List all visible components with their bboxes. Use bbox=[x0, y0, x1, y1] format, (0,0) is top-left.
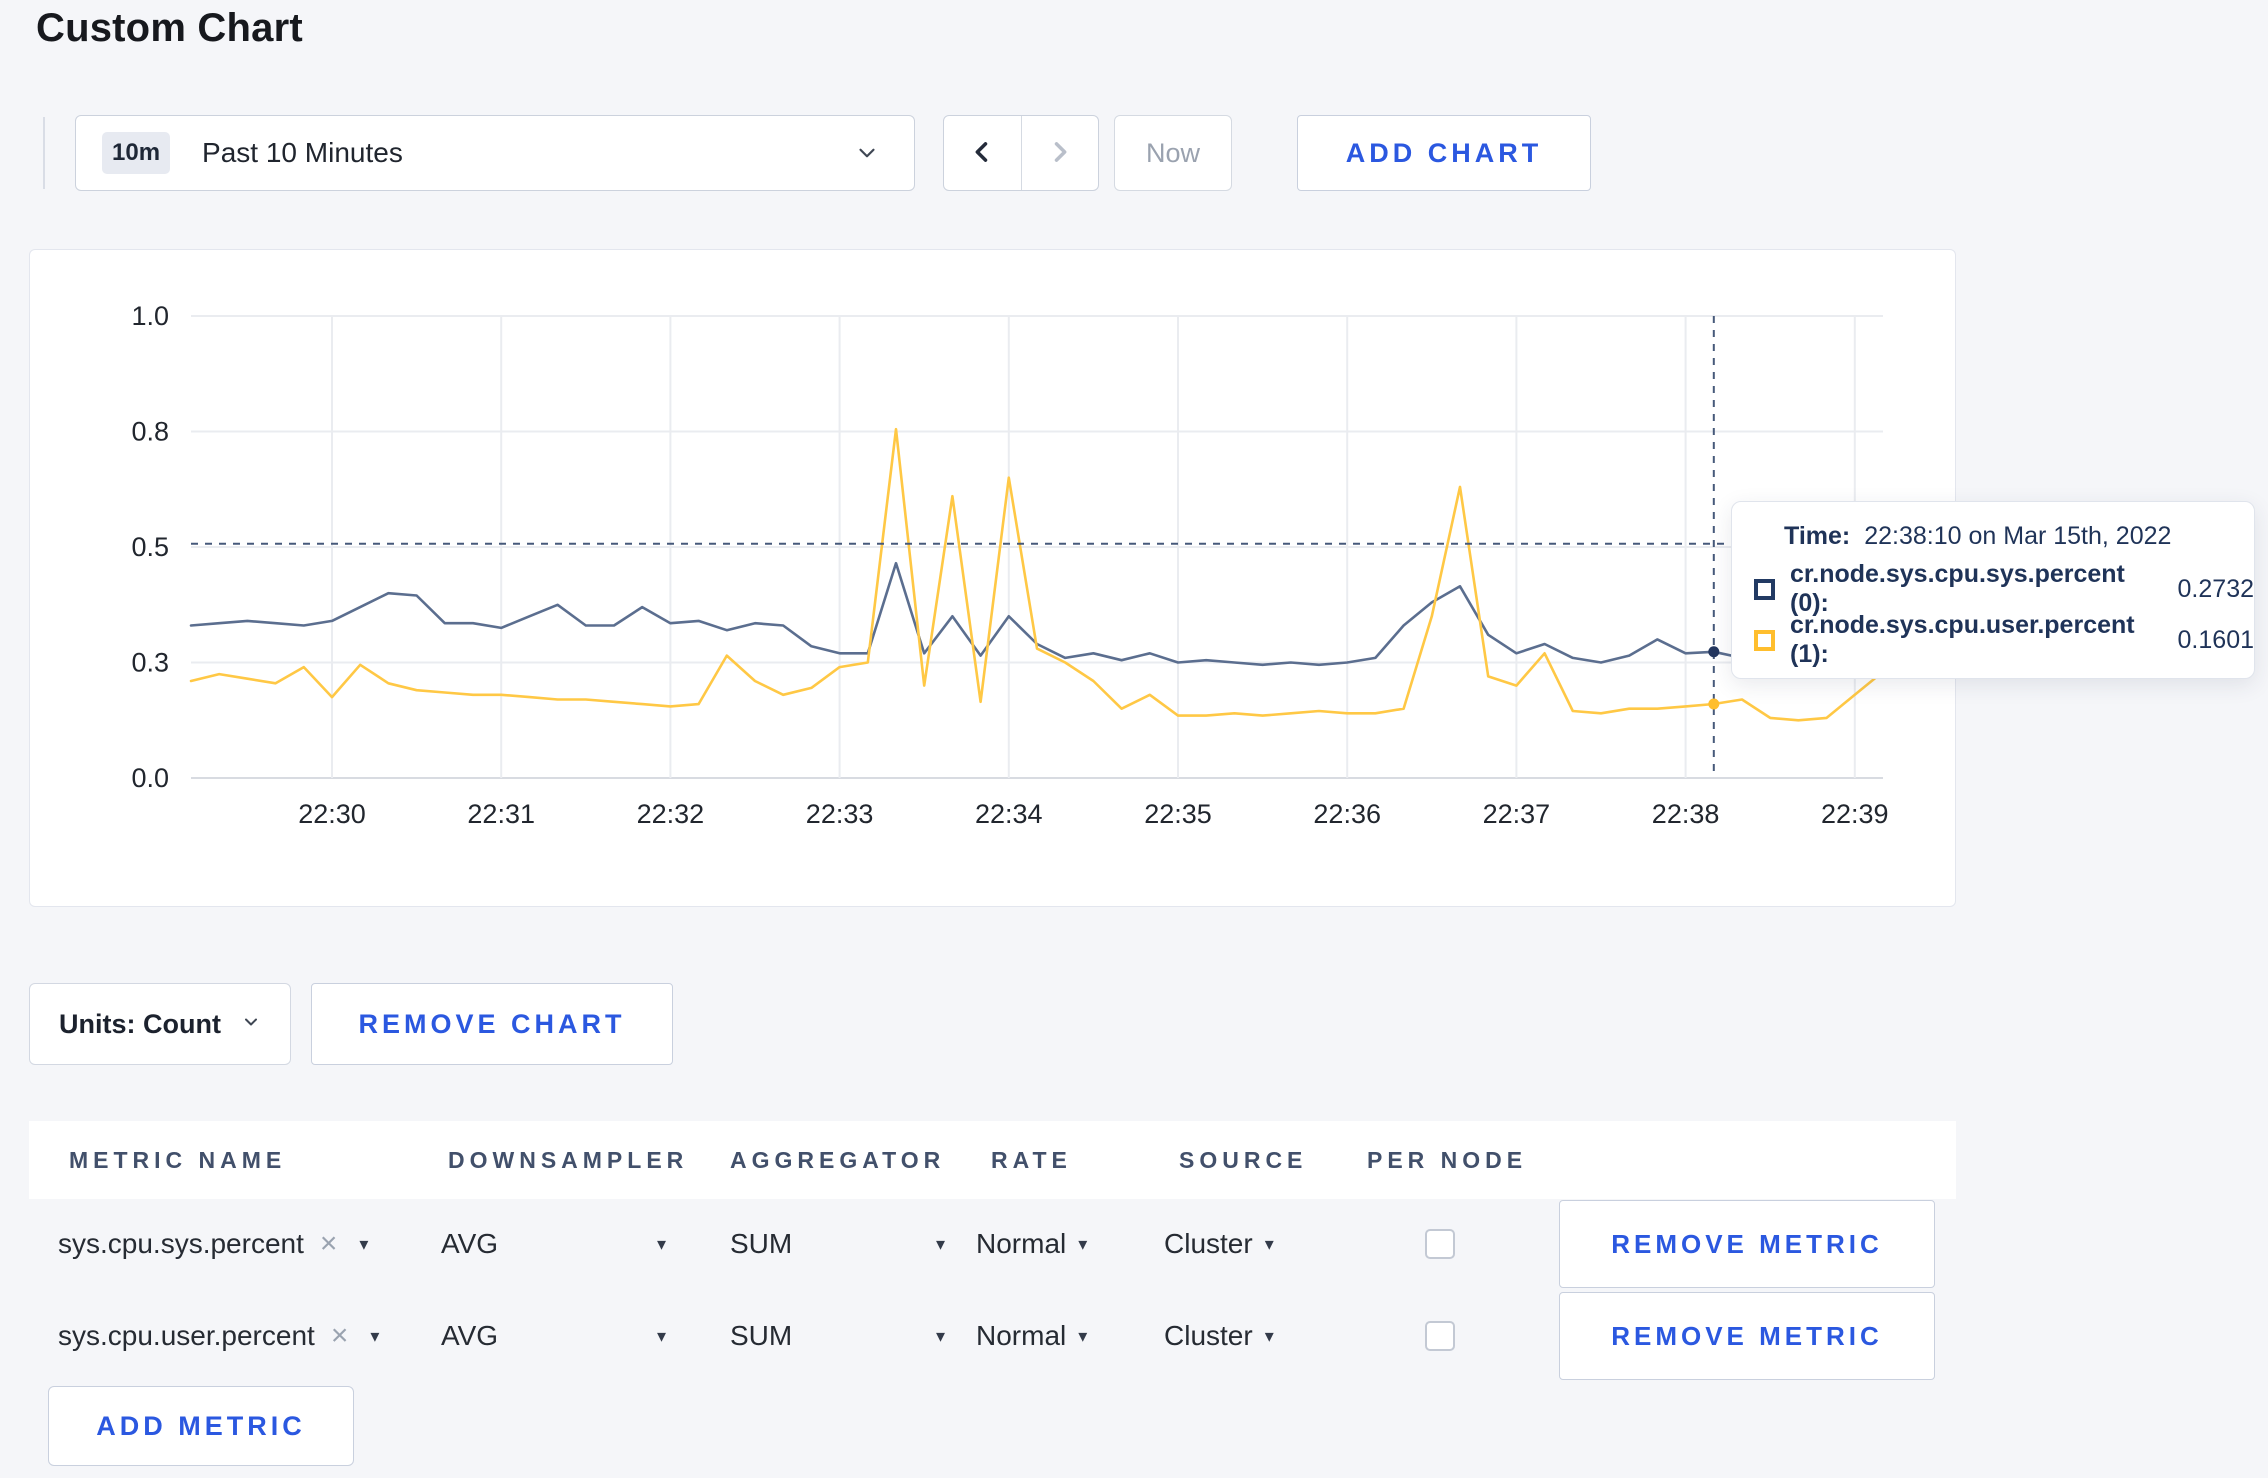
remove-chart-button[interactable]: REMOVE CHART bbox=[311, 983, 673, 1065]
metric-row: sys.cpu.sys.percent × ▾ AVG ▾ SUM ▾ Norm… bbox=[29, 1198, 1956, 1290]
x-axis-tick-label: 22:31 bbox=[467, 799, 535, 829]
chevron-right-icon bbox=[1046, 138, 1074, 169]
downsampler-value: AVG bbox=[441, 1320, 499, 1351]
column-header-source: SOURCE bbox=[1179, 1146, 1308, 1173]
aggregator-select[interactable]: SUM ▾ bbox=[730, 1198, 945, 1290]
time-window-badge: 10m bbox=[102, 132, 171, 174]
cpu-chart-svg[interactable]: 1.0 0.8 0.5 0.3 0.0 22:30 22:31 22:32 22:33 22:34… bbox=[30, 250, 1957, 908]
dropdown-arrow-icon: ▾ bbox=[1078, 1325, 1088, 1346]
column-header-per-node: PER NODE bbox=[1367, 1146, 1528, 1173]
metric-name-value: sys.cpu.user.percent bbox=[58, 1320, 315, 1351]
x-axis-tick-label: 22:35 bbox=[1144, 799, 1212, 829]
rate-select[interactable]: Normal ▾ bbox=[976, 1290, 1087, 1382]
time-pager bbox=[943, 115, 1099, 191]
chart-grid: 1.0 0.8 0.5 0.3 0.0 22:30 22:31 22:32 22:33 22:34… bbox=[131, 301, 1888, 829]
metric-row: sys.cpu.user.percent × ▾ AVG ▾ SUM ▾ Nor… bbox=[29, 1290, 1956, 1382]
downsampler-select[interactable]: AVG ▾ bbox=[441, 1198, 666, 1290]
dropdown-arrow-icon: ▾ bbox=[656, 1325, 666, 1346]
remove-metric-button[interactable]: REMOVE METRIC bbox=[1559, 1292, 1935, 1380]
tooltip-time-label: Time: bbox=[1784, 521, 1851, 550]
crosshair-marker bbox=[1708, 646, 1720, 658]
per-node-checkbox[interactable] bbox=[1425, 1321, 1455, 1351]
custom-chart-page: Custom Chart 10m Past 10 Minutes Now ADD… bbox=[0, 0, 2268, 1478]
time-window-label: Past 10 Minutes bbox=[202, 137, 403, 168]
series-line-cr.node.sys.cpu.user.percent bbox=[189, 427, 1885, 722]
downsampler-select[interactable]: AVG ▾ bbox=[441, 1290, 666, 1382]
x-axis-tick-label: 22:38 bbox=[1652, 799, 1720, 829]
dropdown-arrow-icon: ▾ bbox=[935, 1325, 945, 1346]
chevron-left-icon bbox=[968, 138, 996, 169]
dropdown-arrow-icon: ▾ bbox=[656, 1233, 666, 1254]
add-chart-button[interactable]: ADD CHART bbox=[1297, 115, 1591, 191]
x-axis-tick-label: 22:34 bbox=[975, 799, 1043, 829]
x-axis-tick-label: 22:36 bbox=[1313, 799, 1381, 829]
clear-metric-icon[interactable]: × bbox=[331, 1321, 349, 1351]
chart-tooltip: Time: 22:38:10 on Mar 15th, 2022 cr.node… bbox=[1731, 501, 2255, 679]
y-axis-tick-label: 0.3 bbox=[131, 648, 169, 678]
tooltip-time-row: Time: 22:38:10 on Mar 15th, 2022 bbox=[1784, 519, 2254, 553]
chevron-down-icon bbox=[854, 140, 880, 166]
column-header-aggregator: AGGREGATOR bbox=[730, 1146, 946, 1173]
rate-select[interactable]: Normal ▾ bbox=[976, 1198, 1087, 1290]
aggregator-select[interactable]: SUM ▾ bbox=[730, 1290, 945, 1382]
dropdown-arrow-icon: ▾ bbox=[1264, 1325, 1274, 1346]
aggregator-value: SUM bbox=[730, 1320, 793, 1351]
source-select[interactable]: Cluster ▾ bbox=[1164, 1290, 1274, 1382]
tooltip-time-value: 22:38:10 on Mar 15th, 2022 bbox=[1864, 521, 2172, 550]
rate-value: Normal bbox=[976, 1320, 1067, 1351]
x-axis-tick-label: 22:32 bbox=[637, 799, 705, 829]
y-axis-tick-label: 0.0 bbox=[131, 763, 169, 793]
x-axis-tick-label: 22:37 bbox=[1483, 799, 1551, 829]
units-selector[interactable]: Units: Count bbox=[29, 983, 291, 1065]
metric-name-select[interactable]: sys.cpu.user.percent × ▾ bbox=[58, 1290, 379, 1382]
downsampler-value: AVG bbox=[441, 1228, 499, 1259]
source-select[interactable]: Cluster ▾ bbox=[1164, 1198, 1274, 1290]
remove-metric-button[interactable]: REMOVE METRIC bbox=[1559, 1200, 1935, 1288]
tooltip-series-label: cr.node.sys.cpu.sys.percent (0): bbox=[1790, 560, 2125, 617]
y-axis-tick-label: 1.0 bbox=[131, 301, 169, 331]
dropdown-arrow-icon: ▾ bbox=[359, 1233, 369, 1254]
tooltip-series-row: cr.node.sys.cpu.sys.percent (0): 0.2732 bbox=[1754, 560, 2254, 617]
clear-metric-icon[interactable]: × bbox=[320, 1229, 338, 1259]
chevron-down-icon bbox=[241, 1012, 261, 1037]
chart-card: 1.0 0.8 0.5 0.3 0.0 22:30 22:31 22:32 22:33 22:34… bbox=[29, 249, 2255, 908]
sys-series-swatch-icon bbox=[1754, 578, 1775, 600]
rate-value: Normal bbox=[976, 1228, 1067, 1259]
dropdown-arrow-icon: ▾ bbox=[1264, 1233, 1274, 1254]
crosshair-marker bbox=[1708, 698, 1720, 710]
user-series-swatch-icon bbox=[1754, 629, 1775, 651]
toolbar-divider bbox=[43, 117, 45, 189]
tooltip-series-row: cr.node.sys.cpu.user.percent (1): 0.1601 bbox=[1754, 611, 2254, 668]
units-label: Units: Count bbox=[59, 1008, 221, 1039]
add-metric-button[interactable]: ADD METRIC bbox=[48, 1386, 354, 1466]
dropdown-arrow-icon: ▾ bbox=[935, 1233, 945, 1254]
metric-name-value: sys.cpu.sys.percent bbox=[58, 1228, 304, 1259]
now-button[interactable]: Now bbox=[1114, 115, 1232, 191]
metrics-table-header: METRIC NAME DOWNSAMPLER AGGREGATOR RATE … bbox=[29, 1121, 1956, 1199]
previous-time-button[interactable] bbox=[944, 116, 1022, 190]
page-title: Custom Chart bbox=[36, 6, 303, 50]
y-axis-tick-label: 0.5 bbox=[131, 532, 169, 562]
metric-name-select[interactable]: sys.cpu.sys.percent × ▾ bbox=[58, 1198, 368, 1290]
column-header-metric-name: METRIC NAME bbox=[69, 1146, 287, 1173]
per-node-checkbox[interactable] bbox=[1425, 1229, 1455, 1259]
column-header-rate: RATE bbox=[991, 1146, 1072, 1173]
tooltip-series-value: 0.1601 bbox=[2177, 625, 2254, 654]
column-header-downsampler: DOWNSAMPLER bbox=[448, 1146, 689, 1173]
tooltip-series-value: 0.2732 bbox=[2177, 574, 2254, 603]
dropdown-arrow-icon: ▾ bbox=[1078, 1233, 1088, 1254]
aggregator-value: SUM bbox=[730, 1228, 793, 1259]
source-value: Cluster bbox=[1164, 1320, 1253, 1351]
x-axis-tick-label: 22:30 bbox=[298, 799, 366, 829]
y-axis-tick-label: 0.8 bbox=[131, 417, 169, 447]
x-axis-tick-label: 22:39 bbox=[1821, 799, 1889, 829]
tooltip-series-label: cr.node.sys.cpu.user.percent (1): bbox=[1790, 611, 2135, 668]
x-axis-tick-label: 22:33 bbox=[806, 799, 874, 829]
dropdown-arrow-icon: ▾ bbox=[370, 1325, 380, 1346]
time-range-selector[interactable]: 10m Past 10 Minutes bbox=[75, 115, 915, 191]
next-time-button[interactable] bbox=[1022, 116, 1099, 190]
source-value: Cluster bbox=[1164, 1228, 1253, 1259]
